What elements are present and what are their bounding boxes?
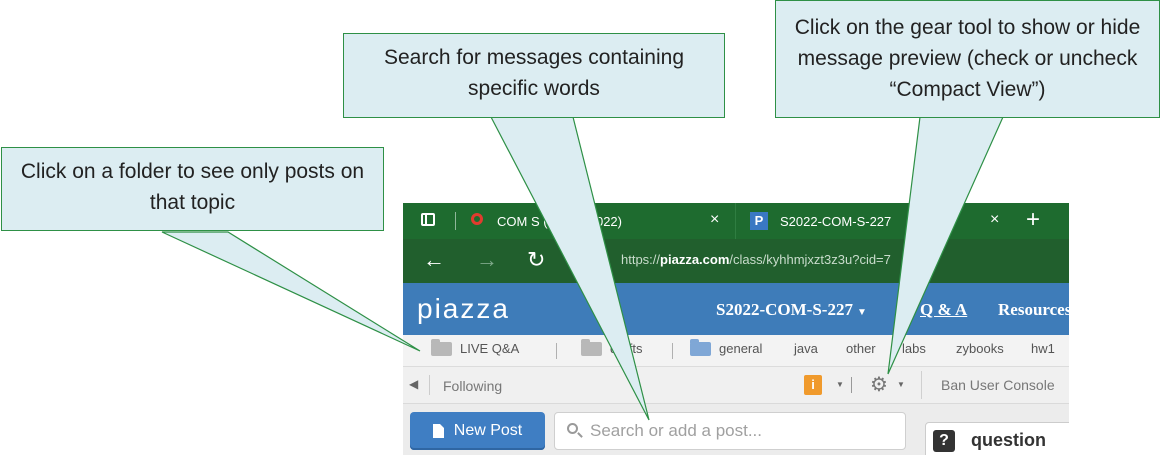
search-callout-tail: [490, 116, 650, 421]
gear-callout: Click on the gear tool to show or hide m…: [775, 0, 1160, 118]
folder-callout: Click on a folder to see only posts on t…: [1, 147, 384, 231]
search-callout: Search for messages containing specific …: [343, 33, 725, 118]
gear-callout-tail: [887, 116, 1004, 375]
folder-callout-tail: [161, 231, 421, 352]
